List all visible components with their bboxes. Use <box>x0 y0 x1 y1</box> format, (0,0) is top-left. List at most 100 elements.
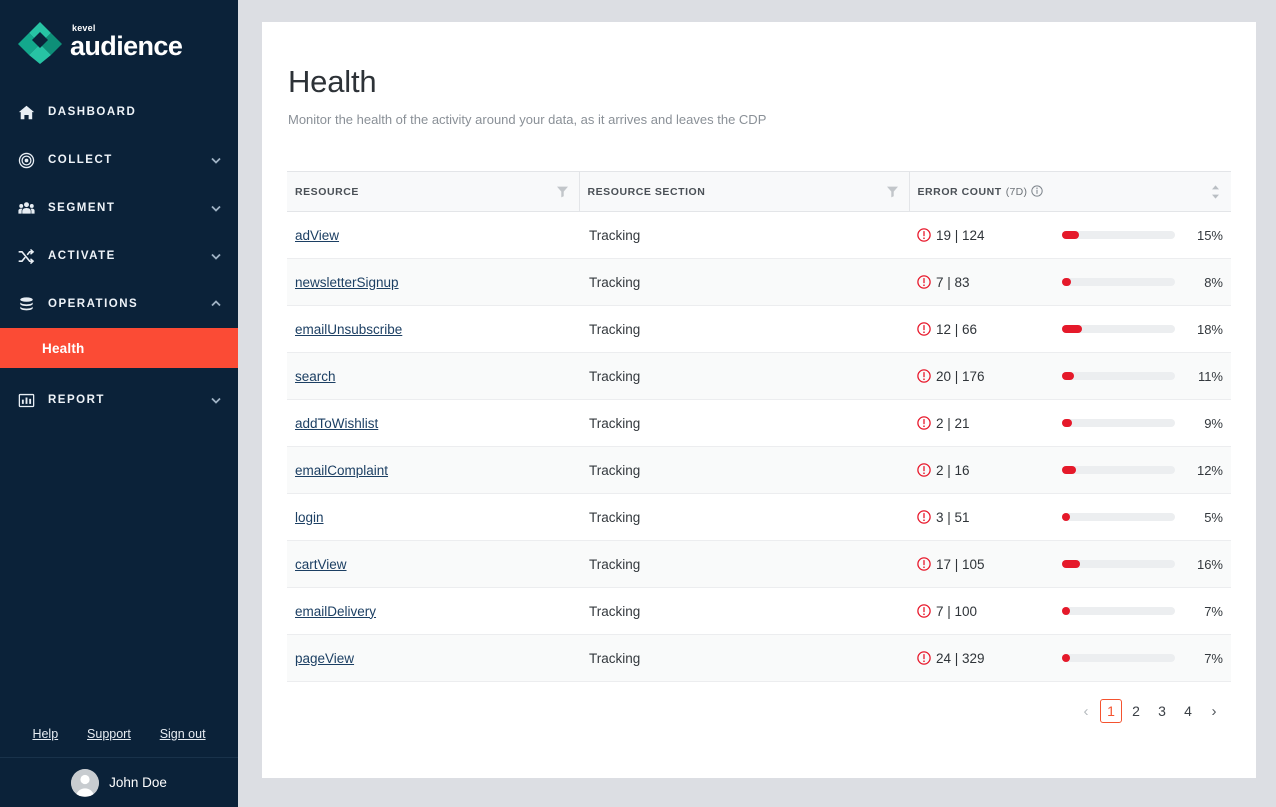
avatar <box>71 768 100 797</box>
page-title: Health <box>288 64 377 99</box>
pagination-next[interactable]: › <box>1202 699 1226 723</box>
pagination-prev[interactable]: ‹ <box>1074 699 1098 723</box>
page-subtitle: Monitor the health of the activity aroun… <box>288 112 767 127</box>
column-label-resource: RESOURCE <box>295 185 359 198</box>
target-icon <box>16 150 36 170</box>
support-link[interactable]: Support <box>87 727 131 741</box>
column-header-resource-section[interactable]: RESOURCE SECTION <box>579 171 910 212</box>
error-rate-percent: 9% <box>1204 415 1223 431</box>
cell-error-count: 19 | 124 15% <box>909 212 1231 259</box>
sidebar-item-collect[interactable]: COLLECT <box>0 136 238 184</box>
chevron-down-icon[interactable] <box>210 250 222 262</box>
error-count-value: 24 | 329 <box>936 650 985 666</box>
resource-link[interactable]: emailDelivery <box>295 604 376 619</box>
sidebar-user[interactable]: John Doe <box>0 758 238 807</box>
error-icon <box>917 228 931 242</box>
error-rate-bar-fill <box>1062 372 1075 380</box>
chevron-down-icon[interactable] <box>210 154 222 166</box>
cell-resource-section: Tracking <box>589 509 641 525</box>
database-icon <box>16 294 36 314</box>
resource-link[interactable]: emailComplaint <box>295 463 388 478</box>
health-table: RESOURCE RESOURCE SECTION ERROR COUNT (7… <box>287 171 1231 682</box>
cell-resource: newsletterSignup <box>287 259 579 306</box>
error-rate-bar-fill <box>1062 466 1076 474</box>
pagination-page-2[interactable]: 2 <box>1124 699 1148 723</box>
error-rate-bar-fill <box>1062 325 1083 333</box>
chevron-down-icon[interactable] <box>210 394 222 406</box>
error-icon <box>917 604 931 618</box>
error-rate-bar-fill <box>1062 654 1070 662</box>
sign-out-link[interactable]: Sign out <box>160 727 206 741</box>
error-rate-bar <box>1062 607 1175 615</box>
error-rate-bar <box>1062 513 1175 521</box>
column-label-resource-section: RESOURCE SECTION <box>587 185 706 198</box>
error-rate-percent: 11% <box>1197 368 1223 384</box>
error-rate-percent: 8% <box>1204 274 1223 290</box>
resource-link[interactable]: search <box>295 369 336 384</box>
error-rate-percent: 12% <box>1196 462 1223 478</box>
error-count-value: 20 | 176 <box>936 368 985 384</box>
error-rate-percent: 16% <box>1196 556 1223 572</box>
column-label-error-count-wrap: ERROR COUNT (7D) <box>918 185 1211 198</box>
sidebar-item-activate[interactable]: ACTIVATE <box>0 232 238 280</box>
resource-link[interactable]: emailUnsubscribe <box>295 322 402 337</box>
resource-link[interactable]: addToWishlist <box>295 416 378 431</box>
table-row: cartView Tracking 17 | 105 16% <box>287 540 1231 588</box>
sidebar-label-collect: COLLECT <box>48 154 113 166</box>
error-icon <box>917 416 931 430</box>
error-rate-bar-fill <box>1062 607 1070 615</box>
cell-resource-section: Tracking <box>589 556 641 572</box>
cell-error-count: 12 | 66 18% <box>909 306 1231 353</box>
sidebar-item-dashboard[interactable]: DASHBOARD <box>0 88 238 136</box>
column-header-resource[interactable]: RESOURCE <box>287 171 580 212</box>
sidebar-item-health[interactable]: Health <box>0 328 238 368</box>
sidebar-item-operations[interactable]: OPERATIONS <box>0 280 238 328</box>
error-rate-percent: 7% <box>1204 650 1223 666</box>
cell-resource: cartView <box>287 541 579 588</box>
cell-resource-section: Tracking <box>589 368 641 384</box>
cell-resource-section: Tracking <box>589 650 641 666</box>
sidebar-item-report[interactable]: REPORT <box>0 376 238 424</box>
error-count-value: 2 | 16 <box>936 462 970 478</box>
column-header-error-count[interactable]: ERROR COUNT (7D) <box>909 171 1231 212</box>
chevron-up-icon[interactable] <box>210 298 222 310</box>
error-count-value: 19 | 124 <box>936 227 985 243</box>
table-row: emailUnsubscribe Tracking 12 | 66 18% <box>287 306 1231 353</box>
filter-icon[interactable] <box>556 185 569 198</box>
error-icon <box>917 275 931 289</box>
brand-logo-text: kevel audience <box>70 24 183 60</box>
cell-resource-section: Tracking <box>589 321 641 337</box>
error-rate-bar <box>1062 560 1175 568</box>
resource-link[interactable]: newsletterSignup <box>295 275 399 290</box>
error-icon <box>917 369 931 383</box>
error-rate-percent: 15% <box>1196 227 1223 243</box>
user-name: John Doe <box>109 775 167 790</box>
filter-icon[interactable] <box>886 185 899 198</box>
sort-icon[interactable] <box>1210 184 1221 200</box>
error-icon <box>917 322 931 336</box>
sidebar-label-health: Health <box>42 340 85 356</box>
error-rate-percent: 18% <box>1196 321 1223 337</box>
pagination-page-3[interactable]: 3 <box>1150 699 1174 723</box>
pagination-page-4[interactable]: 4 <box>1176 699 1200 723</box>
resource-link[interactable]: login <box>295 510 324 525</box>
resource-link[interactable]: pageView <box>295 651 354 666</box>
resource-link[interactable]: adView <box>295 228 339 243</box>
error-rate-bar <box>1062 419 1175 427</box>
pagination-page-1[interactable]: 1 <box>1100 699 1122 723</box>
brand-logo[interactable]: kevel audience <box>0 0 238 84</box>
sidebar: kevel audience DASHBOARD COLLECT SEGMENT… <box>0 0 238 807</box>
cell-resource: addToWishlist <box>287 400 579 447</box>
info-icon[interactable] <box>1031 185 1044 197</box>
table-row: emailDelivery Tracking 7 | 100 7% <box>287 588 1231 635</box>
sidebar-label-report: REPORT <box>48 394 105 406</box>
sidebar-item-segment[interactable]: SEGMENT <box>0 184 238 232</box>
error-count-value: 17 | 105 <box>936 556 985 572</box>
resource-link[interactable]: cartView <box>295 557 347 572</box>
cell-error-count: 7 | 83 8% <box>909 259 1231 306</box>
cell-resource: emailUnsubscribe <box>287 306 579 353</box>
table-row: search Tracking 20 | 176 11% <box>287 352 1231 400</box>
help-link[interactable]: Help <box>32 727 58 741</box>
chevron-down-icon[interactable] <box>210 202 222 214</box>
cell-resource: adView <box>287 212 579 259</box>
